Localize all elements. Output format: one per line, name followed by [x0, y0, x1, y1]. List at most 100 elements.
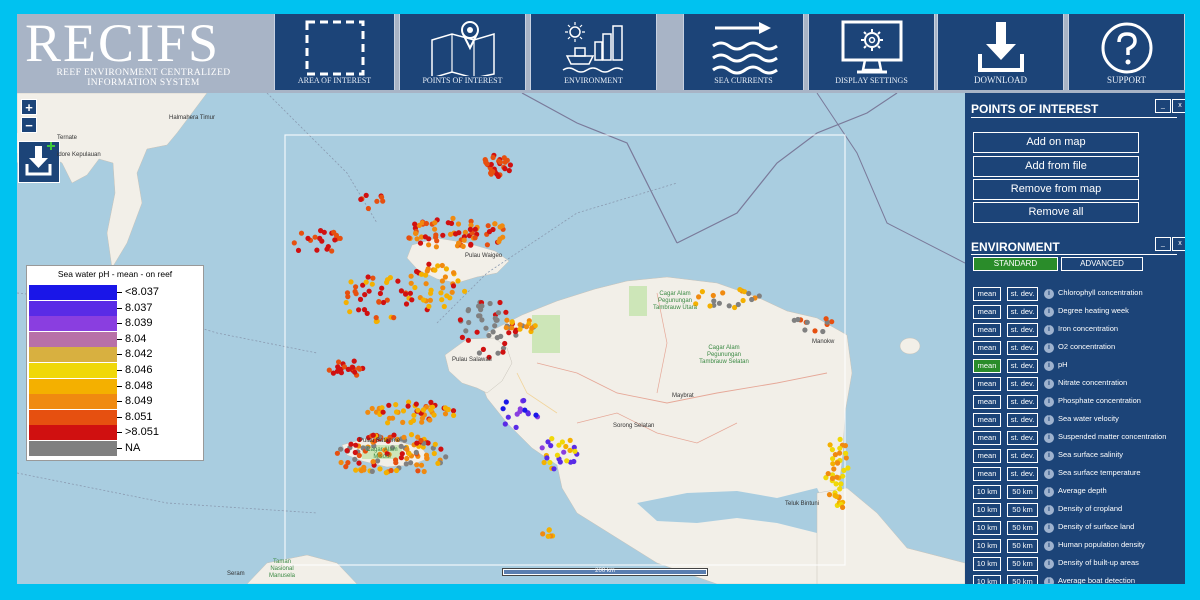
reef-point[interactable] [529, 325, 535, 331]
reef-point[interactable] [837, 450, 843, 456]
variable-primary-button[interactable]: mean [973, 359, 1001, 373]
variable-primary-button[interactable]: 10 km [973, 539, 1001, 553]
variable-primary-button[interactable]: 10 km [973, 557, 1001, 571]
reef-point[interactable] [456, 240, 462, 246]
reef-point[interactable] [353, 467, 359, 473]
reef-point[interactable] [432, 226, 438, 232]
reef-point[interactable] [438, 446, 444, 452]
reef-point[interactable] [804, 319, 810, 325]
reef-point[interactable] [431, 412, 437, 418]
reef-point[interactable] [462, 229, 468, 235]
info-icon[interactable]: i [1044, 307, 1054, 317]
reef-point[interactable] [369, 281, 375, 287]
reef-point[interactable] [431, 450, 437, 457]
reef-point[interactable] [403, 301, 410, 307]
reef-point[interactable] [435, 460, 441, 466]
reef-point[interactable] [490, 169, 496, 175]
variable-secondary-button[interactable]: st. dev. [1007, 413, 1038, 427]
reef-point[interactable] [837, 445, 843, 451]
reef-point[interactable] [370, 275, 376, 281]
reef-point[interactable] [460, 243, 466, 249]
reef-point[interactable] [707, 303, 713, 309]
reef-point[interactable] [465, 337, 471, 343]
reef-point[interactable] [393, 467, 400, 474]
reef-point[interactable] [443, 454, 449, 460]
variable-secondary-button[interactable]: st. dev. [1007, 449, 1038, 463]
reef-point[interactable] [348, 279, 354, 285]
reef-point[interactable] [833, 481, 839, 487]
variable-primary-button[interactable]: 10 km [973, 521, 1001, 535]
reef-point[interactable] [408, 273, 414, 279]
reef-point[interactable] [442, 411, 449, 417]
variable-secondary-button[interactable]: 50 km [1007, 521, 1038, 535]
variable-secondary-button[interactable]: st. dev. [1007, 395, 1038, 409]
variable-primary-button[interactable]: mean [973, 449, 1001, 463]
reef-point[interactable] [457, 317, 463, 323]
variable-primary-button[interactable]: 10 km [973, 503, 1001, 517]
reef-point[interactable] [838, 481, 844, 487]
reef-point[interactable] [476, 350, 482, 356]
reef-point[interactable] [439, 297, 445, 303]
reef-point[interactable] [567, 437, 573, 443]
reef-point[interactable] [486, 332, 492, 339]
reef-point[interactable] [362, 292, 368, 298]
reef-point[interactable] [563, 443, 569, 450]
info-icon[interactable]: i [1044, 433, 1054, 443]
reef-point[interactable] [484, 161, 490, 167]
reef-point[interactable] [472, 226, 478, 232]
variable-secondary-button[interactable]: st. dev. [1007, 359, 1038, 373]
add-on-map-button[interactable]: Add on map [973, 132, 1139, 153]
reef-point[interactable] [377, 290, 383, 297]
reef-point[interactable] [504, 317, 510, 323]
info-icon[interactable]: i [1044, 289, 1054, 299]
reef-point[interactable] [440, 232, 446, 238]
reef-point[interactable] [426, 303, 432, 309]
reef-point[interactable] [298, 230, 305, 236]
variable-primary-button[interactable]: mean [973, 467, 1001, 481]
reef-point[interactable] [365, 205, 371, 212]
reef-point[interactable] [345, 366, 351, 372]
nav-display-settings[interactable]: DISPLAY SETTINGS [808, 14, 935, 90]
reef-point[interactable] [412, 284, 418, 291]
reef-point[interactable] [737, 287, 743, 293]
reef-point[interactable] [380, 409, 386, 415]
reef-point[interactable] [365, 409, 371, 415]
reef-point[interactable] [395, 278, 401, 284]
reef-point[interactable] [388, 467, 394, 474]
reef-point[interactable] [398, 288, 404, 294]
reef-point[interactable] [517, 326, 523, 332]
reef-point[interactable] [549, 436, 555, 442]
reef-point[interactable] [823, 316, 829, 322]
reef-point[interactable] [825, 471, 831, 477]
info-icon[interactable]: i [1044, 361, 1054, 371]
reef-point[interactable] [353, 284, 359, 290]
reef-point[interactable] [365, 274, 371, 280]
reef-point[interactable] [539, 445, 545, 451]
reef-point[interactable] [826, 492, 833, 498]
reef-point[interactable] [497, 159, 503, 165]
reef-point[interactable] [369, 405, 375, 412]
variable-secondary-button[interactable]: st. dev. [1007, 377, 1038, 391]
reef-point[interactable] [438, 290, 444, 296]
reef-point[interactable] [845, 465, 851, 471]
reef-point[interactable] [837, 436, 843, 442]
reef-point[interactable] [418, 462, 425, 468]
reef-point[interactable] [490, 329, 496, 335]
info-icon[interactable]: i [1044, 487, 1054, 497]
nav-sea-currents[interactable]: SEA CURRENTS [683, 14, 804, 90]
reef-point[interactable] [423, 281, 429, 287]
reef-point[interactable] [386, 402, 392, 408]
reef-point[interactable] [546, 527, 552, 533]
reef-point[interactable] [338, 446, 344, 452]
reef-point[interactable] [559, 439, 566, 445]
reef-point[interactable] [447, 231, 454, 237]
reef-point[interactable] [331, 229, 337, 235]
reef-point[interactable] [497, 299, 503, 306]
reef-point[interactable] [348, 441, 354, 447]
reef-point[interactable] [337, 235, 343, 241]
reef-point[interactable] [363, 192, 369, 198]
reef-point[interactable] [450, 283, 457, 289]
reef-point[interactable] [332, 237, 338, 243]
poi-minimize-button[interactable]: _ [1155, 99, 1171, 113]
variable-secondary-button[interactable]: 50 km [1007, 575, 1038, 584]
